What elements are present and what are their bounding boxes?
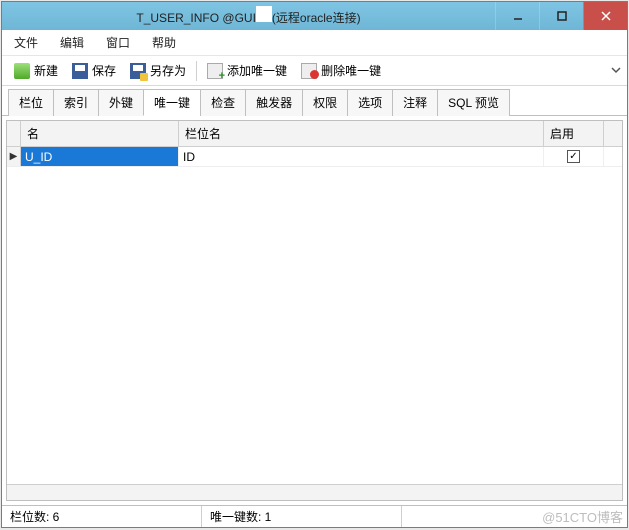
title-suffix: (远程oracle连接) [272, 11, 361, 25]
delete-icon [301, 63, 317, 79]
title-gap [256, 6, 272, 22]
col-fieldname-header[interactable]: 栏位名 [179, 121, 544, 146]
tabs: 栏位 索引 外键 唯一键 检查 触发器 权限 选项 注释 SQL 预览 [2, 86, 627, 116]
titlebar[interactable]: T_USER_INFO @GUI (远程oracle连接) [2, 2, 627, 30]
separator [196, 61, 197, 81]
grid-body[interactable]: ▶ U_ID ID ✓ [7, 147, 622, 484]
table-row[interactable]: ▶ U_ID ID ✓ [7, 147, 622, 167]
menu-file[interactable]: 文件 [14, 34, 38, 51]
tab-options[interactable]: 选项 [347, 89, 393, 116]
col-enabled-header[interactable]: 启用 [544, 121, 604, 146]
cell-name[interactable]: U_ID [21, 147, 179, 166]
row-marker-header [7, 121, 21, 146]
menu-window[interactable]: 窗口 [106, 34, 130, 51]
save-button[interactable]: 保存 [66, 60, 122, 81]
tab-fields[interactable]: 栏位 [8, 89, 54, 116]
menu-edit[interactable]: 编辑 [60, 34, 84, 51]
tab-comment[interactable]: 注释 [392, 89, 438, 116]
checkbox-icon[interactable]: ✓ [567, 150, 580, 163]
tab-sql-preview[interactable]: SQL 预览 [437, 89, 510, 116]
app-window: T_USER_INFO @GUI (远程oracle连接) 文件 编辑 窗口 帮助… [1, 1, 628, 528]
statusbar: 栏位数: 6 唯一键数: 1 [2, 505, 627, 527]
tab-foreign-keys[interactable]: 外键 [98, 89, 144, 116]
delete-unique-button[interactable]: 删除唯一键 [295, 60, 387, 81]
minimize-button[interactable] [495, 2, 539, 30]
close-button[interactable] [583, 2, 627, 30]
status-field-count: 栏位数: 6 [2, 506, 202, 527]
row-marker-icon: ▶ [7, 147, 21, 166]
saveas-icon [130, 63, 146, 79]
tab-privileges[interactable]: 权限 [302, 89, 348, 116]
title-prefix: T_USER_INFO @GUI [136, 11, 256, 25]
new-icon [14, 63, 30, 79]
tab-checks[interactable]: 检查 [200, 89, 246, 116]
saveas-button[interactable]: 另存为 [124, 60, 192, 81]
maximize-button[interactable] [539, 2, 583, 30]
grid-header: 名 栏位名 启用 [7, 121, 622, 147]
add-unique-button[interactable]: 添加唯一键 [201, 60, 293, 81]
save-icon [72, 63, 88, 79]
cell-enabled[interactable]: ✓ [544, 147, 604, 166]
add-icon [207, 63, 223, 79]
col-name-header[interactable]: 名 [21, 121, 179, 146]
tab-uniques[interactable]: 唯一键 [143, 89, 201, 116]
toolbar: 新建 保存 另存为 添加唯一键 删除唯一键 [2, 56, 627, 86]
new-button[interactable]: 新建 [8, 60, 64, 81]
grid: 名 栏位名 启用 ▶ U_ID ID ✓ [6, 120, 623, 501]
window-title: T_USER_INFO @GUI (远程oracle连接) [2, 6, 495, 26]
toolbar-overflow-button[interactable] [611, 64, 621, 78]
scroll-corner [604, 121, 622, 146]
status-unique-count: 唯一键数: 1 [202, 506, 402, 527]
cell-fieldname[interactable]: ID [179, 147, 544, 166]
horizontal-scrollbar[interactable] [7, 484, 622, 500]
tab-triggers[interactable]: 触发器 [245, 89, 303, 116]
tab-indexes[interactable]: 索引 [53, 89, 99, 116]
menubar: 文件 编辑 窗口 帮助 [2, 30, 627, 56]
menu-help[interactable]: 帮助 [152, 34, 176, 51]
